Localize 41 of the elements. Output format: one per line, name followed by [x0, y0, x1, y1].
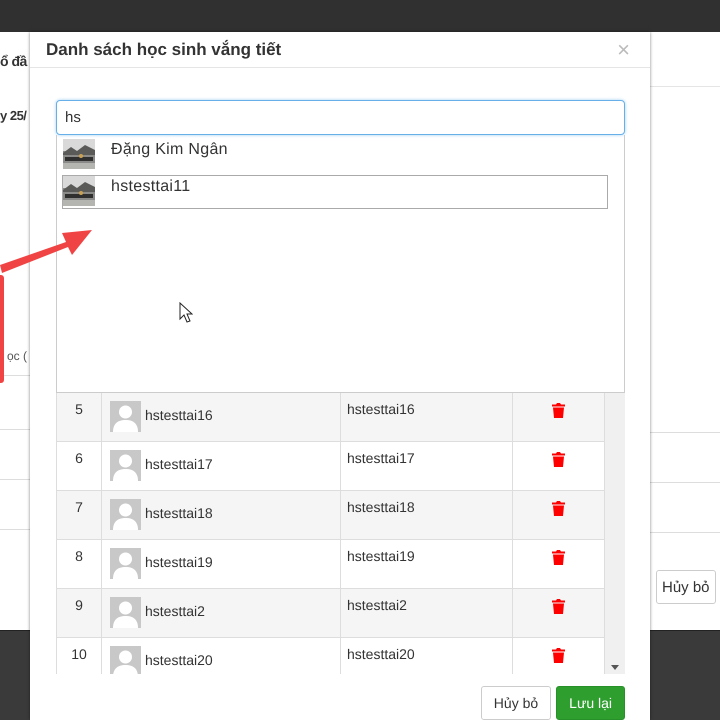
row-number: 9 — [57, 589, 102, 637]
cancel-button[interactable]: Hủy bỏ — [656, 570, 716, 604]
trash-icon[interactable] — [552, 550, 565, 565]
suggestion-item[interactable]: Đặng Kim Ngân — [62, 138, 608, 172]
username: hstesttai18 — [341, 491, 513, 539]
cancel-button[interactable]: Hủy bỏ — [480, 686, 552, 720]
username: hstesttai17 — [341, 442, 513, 490]
trash-icon[interactable] — [552, 403, 565, 418]
trash-icon[interactable] — [552, 648, 565, 663]
trash-icon[interactable] — [552, 501, 565, 516]
trash-icon[interactable] — [552, 452, 565, 467]
page-title: ổ đầ — [0, 53, 27, 71]
row-number: 8 — [57, 540, 102, 588]
cursor-icon — [179, 302, 193, 323]
row-number: 6 — [57, 442, 102, 490]
date-text: y 25/ — [0, 108, 26, 123]
student-name: hstesttai2 — [145, 603, 205, 621]
student-name: hstesttai17 — [145, 456, 213, 474]
username: hstesttai16 — [341, 393, 513, 441]
scroll-down-icon[interactable] — [611, 665, 619, 670]
field-label: ọc ( — [7, 349, 28, 363]
username: hstesttai19 — [341, 540, 513, 588]
avatar-icon — [110, 548, 141, 579]
dialog-title: Danh sách học sinh vắng tiết — [46, 40, 282, 60]
suggestion-item[interactable]: hstesttai11 — [62, 175, 608, 209]
search-field[interactable]: hs — [56, 100, 625, 135]
trash-icon[interactable] — [552, 599, 565, 614]
student-name: hstesttai16 — [145, 407, 213, 425]
scrollbar[interactable] — [605, 393, 625, 674]
avatar-icon — [110, 499, 141, 530]
avatar-icon — [110, 597, 141, 628]
avatar-icon — [110, 450, 141, 481]
avatar-icon — [110, 401, 141, 432]
row-number: 10 — [57, 638, 102, 674]
student-name: hstesttai19 — [145, 554, 213, 572]
row-number: 5 — [57, 393, 102, 441]
row-number: 7 — [57, 491, 102, 539]
student-name: hstesttai20 — [145, 652, 213, 670]
student-name: hstesttai18 — [145, 505, 213, 523]
username: hstesttai2 — [341, 589, 513, 637]
avatar-icon — [110, 646, 141, 674]
